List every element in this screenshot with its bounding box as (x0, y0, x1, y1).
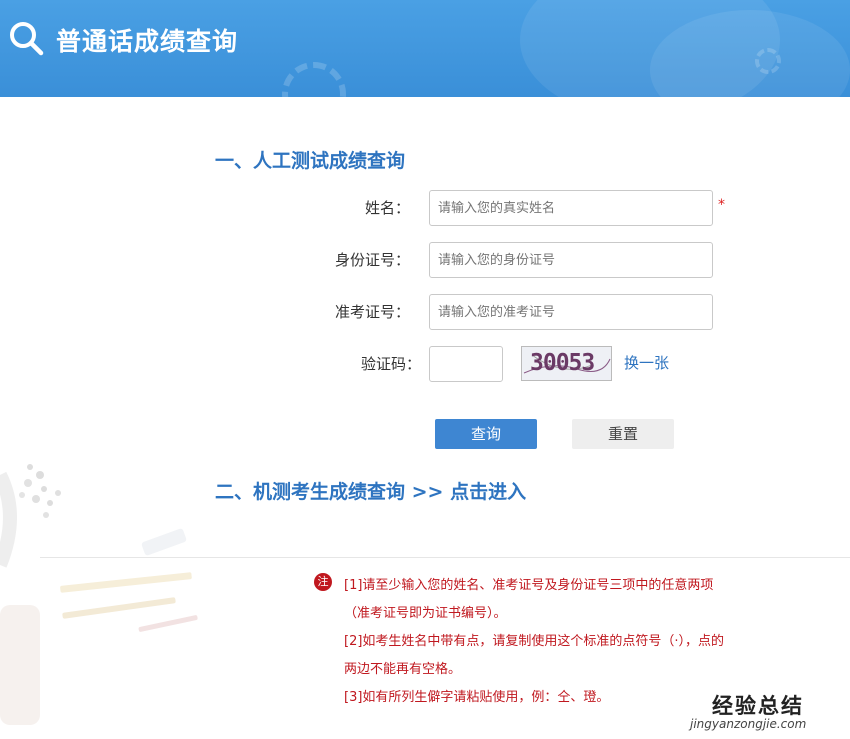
watermark-url: jingyanzongjie.com (690, 717, 807, 731)
page-title: 普通话成绩查询 (56, 27, 239, 56)
refresh-captcha-link[interactable]: 换一张 (624, 352, 669, 373)
query-button[interactable]: 查询 (435, 419, 537, 449)
note-line: [3]如有所列生僻字请粘贴使用，例：仝、璒。 (344, 690, 610, 705)
captcha-input[interactable] (429, 346, 503, 382)
header-banner: 普通话成绩查询 (0, 0, 850, 97)
exam-number-input[interactable] (429, 294, 713, 330)
machine-test-link[interactable]: 二、机测考生成绩查询 >> 点击进入 (215, 477, 526, 504)
name-label: 姓名： (364, 199, 410, 217)
search-icon (10, 22, 44, 56)
note-line: [2]如考生姓名中带有点，请复制使用这个标准的点符号（·），点的 (344, 634, 725, 649)
section-manual-test-title: 一、人工测试成绩查询 (215, 150, 406, 172)
captcha-text: 30053 (530, 350, 595, 376)
exam-number-label: 准考证号： (334, 303, 410, 321)
name-input[interactable] (429, 190, 713, 226)
watermark-text: 经验总结 (712, 694, 804, 718)
divider (40, 557, 850, 558)
note-line: 两边不能再有空格。 (344, 662, 462, 677)
captcha-label: 验证码： (360, 355, 421, 373)
stationery-illustration (0, 464, 198, 725)
note-badge: 注 (314, 573, 332, 591)
gear-icon (755, 48, 781, 74)
gear-icon (282, 62, 346, 97)
id-number-label: 身份证号： (334, 251, 410, 269)
note-line: [1]请至少输入您的姓名、准考证号及身份证号三项中的任意两项 (344, 578, 714, 593)
required-mark: * (718, 197, 725, 213)
note-line: （准考证号即为证书编号）。 (344, 606, 507, 621)
reset-button[interactable]: 重置 (572, 419, 674, 449)
id-number-input[interactable] (429, 242, 713, 278)
captcha-image[interactable]: 30053 (521, 346, 612, 381)
